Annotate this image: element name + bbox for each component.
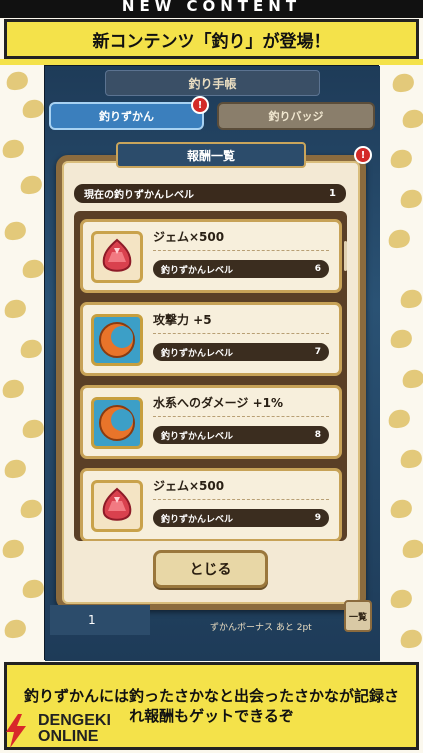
current-level-value: 1 <box>329 188 336 199</box>
reward-name: ジェム×500 <box>153 479 225 493</box>
orange-crescent-icon <box>91 314 143 366</box>
logo-line-2: ONLINE <box>38 728 99 745</box>
requirement-label: 釣りずかんレベル <box>161 514 234 525</box>
dialog-title: 報酬一覧 <box>116 142 306 168</box>
reward-name: ジェム×500 <box>153 230 225 244</box>
red-gem-icon <box>91 480 143 532</box>
requirement-bar: 釣りずかんレベル 9 <box>153 509 329 527</box>
current-level-bar: 現在の釣りずかんレベル 1 <box>74 184 346 203</box>
reward-card: 攻撃力 +5 釣りずかんレベル 7 <box>80 302 342 376</box>
reward-list[interactable]: ジェム×500 釣りずかんレベル 6 攻撃力 +5 釣りずかんレベル 7 水系へ… <box>74 211 347 541</box>
dialog-notification-badge: ! <box>354 146 372 164</box>
requirement-label: 釣りずかんレベル <box>161 431 234 442</box>
dengeki-online-logo: DENGEKI ONLINE <box>2 712 132 752</box>
scrollbar[interactable] <box>344 241 347 271</box>
bonus-text: ずかんボーナス あと 2pt <box>210 623 312 633</box>
divider <box>153 250 329 251</box>
notification-badge: ! <box>191 96 209 114</box>
red-gem-icon <box>91 231 143 283</box>
list-button[interactable]: 一覧 <box>344 600 372 632</box>
reward-card: ジェム×500 釣りずかんレベル 9 <box>80 468 342 541</box>
requirement-level: 7 <box>314 347 321 357</box>
requirement-bar: 釣りずかんレベル 8 <box>153 426 329 444</box>
requirement-label: 釣りずかんレベル <box>161 265 234 276</box>
reward-name: 攻撃力 +5 <box>153 313 212 327</box>
tab-fish-encyclopedia[interactable]: 釣りずかん <box>49 102 204 130</box>
close-button[interactable]: とじる <box>153 550 268 588</box>
current-level-label: 現在の釣りずかんレベル <box>84 190 194 201</box>
requirement-level: 9 <box>314 513 321 523</box>
notebook-title: 釣り手帳 <box>105 70 320 96</box>
reward-card: 水系へのダメージ +1% 釣りずかんレベル 8 <box>80 385 342 459</box>
divider <box>153 333 329 334</box>
requirement-bar: 釣りずかんレベル 7 <box>153 343 329 361</box>
requirement-level: 6 <box>314 264 321 274</box>
divider <box>153 416 329 417</box>
requirement-bar: 釣りずかんレベル 6 <box>153 260 329 278</box>
reward-name: 水系へのダメージ +1% <box>153 396 284 410</box>
tab-fishing-badge[interactable]: 釣りバッジ <box>217 102 375 130</box>
header-strip: NEW CONTENT <box>0 0 423 18</box>
requirement-level: 8 <box>314 430 321 440</box>
orange-crescent-icon <box>91 397 143 449</box>
item-count: 1 <box>88 613 96 627</box>
lightning-bolt-icon <box>6 714 26 748</box>
new-content-label: NEW CONTENT <box>121 0 302 15</box>
divider <box>153 499 329 500</box>
requirement-label: 釣りずかんレベル <box>161 348 234 359</box>
article-title: 新コンテンツ「釣り」が登場！ <box>4 19 419 59</box>
item-count-box: 1 <box>50 605 150 635</box>
reward-card: ジェム×500 釣りずかんレベル 6 <box>80 219 342 293</box>
